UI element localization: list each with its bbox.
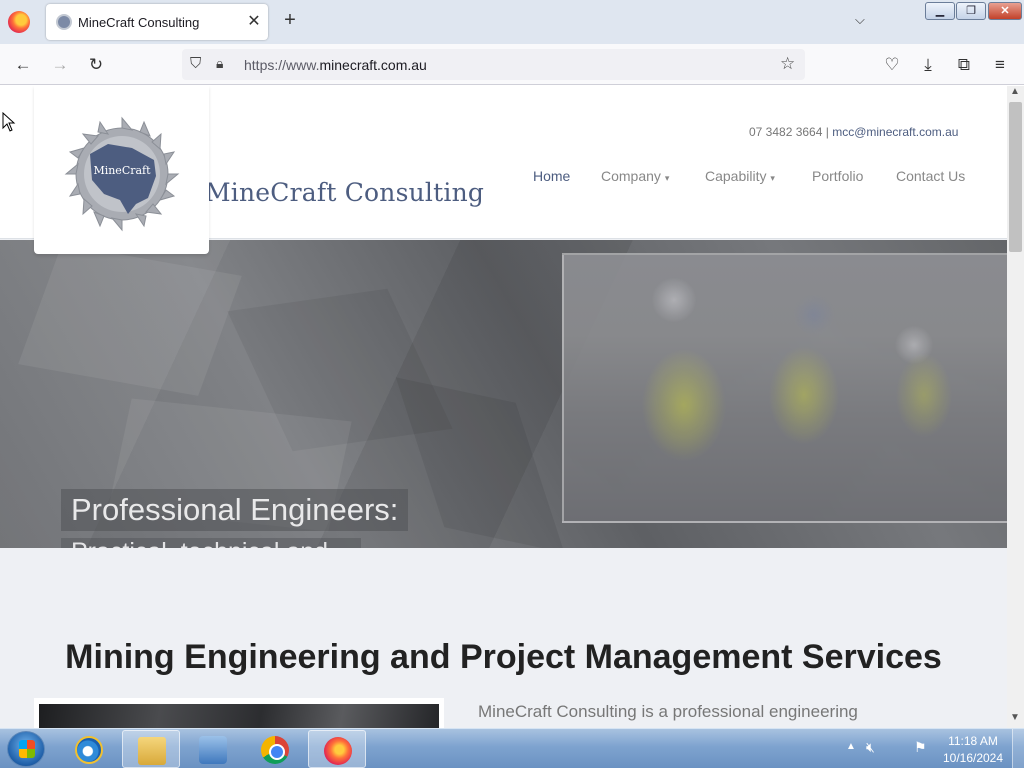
site-header: MineCraft MineCraft Consulting 07 3482 3… bbox=[0, 86, 1007, 254]
site-logo[interactable]: MineCraft bbox=[34, 86, 209, 254]
window-restore-button[interactable]: ❐ bbox=[956, 2, 986, 20]
windows-taskbar: ▲ 🔇︎ ⚑ 11:18 AM 10/16/2024 bbox=[0, 728, 1024, 769]
hero-banner: Professional Engineers: Practical, techn… bbox=[0, 240, 1007, 548]
show-desktop-button[interactable] bbox=[1012, 729, 1024, 769]
window-minimize-button[interactable]: ▁ bbox=[925, 2, 955, 20]
clock-time[interactable]: 11:18 AM bbox=[940, 734, 1006, 748]
nav-company[interactable]: Company ▾ bbox=[601, 168, 669, 184]
nav-capability[interactable]: Capability ▾ bbox=[705, 168, 775, 184]
scroll-down-icon[interactable]: ▼ bbox=[1010, 712, 1020, 723]
volume-muted-icon[interactable]: 🔇︎ bbox=[866, 739, 875, 756]
close-icon[interactable]: ✕ bbox=[244, 11, 264, 31]
firefox-menu-icon[interactable] bbox=[8, 11, 30, 33]
hero-facet bbox=[395, 377, 565, 548]
start-button[interactable] bbox=[7, 731, 45, 767]
nav-label: Contact Us bbox=[896, 168, 966, 184]
nav-portfolio[interactable]: Portfolio bbox=[812, 168, 863, 184]
contact-separator: | bbox=[822, 125, 833, 139]
tab-strip: MineCraft Consulting ✕ + ⌵ ▁ ❐ ✕ bbox=[0, 0, 1024, 44]
taskbar-internet-explorer[interactable] bbox=[60, 730, 118, 768]
url-text[interactable]: https://www.minecraft.com.au bbox=[244, 57, 427, 73]
lock-icon[interactable]: 🔒︎ bbox=[216, 55, 223, 72]
shield-icon[interactable]: ⛉ bbox=[190, 55, 201, 72]
caret-down-icon: ▾ bbox=[664, 173, 670, 183]
navigation-toolbar: ← → ↻ ⛉ 🔒︎ https://www.minecraft.com.au … bbox=[0, 44, 1024, 85]
extensions-icon[interactable]: ⧉ bbox=[952, 53, 976, 77]
site-favicon-icon bbox=[56, 14, 72, 30]
plus-icon[interactable]: + bbox=[280, 9, 300, 32]
tray-expand-icon[interactable]: ▲ bbox=[846, 741, 856, 752]
clock-date[interactable]: 10/16/2024 bbox=[940, 751, 1006, 765]
hamburger-menu-icon[interactable]: ≡ bbox=[988, 53, 1012, 77]
network-disconnected-icon[interactable]: ⚑ bbox=[914, 739, 927, 756]
back-arrow-icon[interactable]: ← bbox=[11, 53, 35, 77]
folder-icon bbox=[138, 737, 166, 765]
mine-photo bbox=[39, 704, 439, 728]
url-domain: minecraft.com.au bbox=[319, 57, 427, 73]
contact-line: 07 3482 3664 | mcc@minecraft.com.au bbox=[749, 125, 958, 139]
taskbar-chrome[interactable] bbox=[246, 730, 304, 768]
nav-contact-us[interactable]: Contact Us bbox=[896, 168, 965, 184]
hero-title: Professional Engineers: bbox=[71, 492, 399, 527]
browser-tab[interactable]: MineCraft Consulting ✕ bbox=[46, 4, 268, 40]
nav-label: Capability bbox=[705, 168, 767, 184]
window-close-button[interactable]: ✕ bbox=[988, 2, 1022, 20]
scroll-up-icon[interactable]: ▲ bbox=[1010, 86, 1020, 97]
mouse-cursor-icon bbox=[2, 112, 16, 132]
section-image bbox=[34, 698, 444, 728]
email-link[interactable]: mcc@minecraft.com.au bbox=[832, 125, 958, 139]
hero-facet bbox=[18, 244, 242, 396]
tab-title: MineCraft Consulting bbox=[78, 15, 200, 30]
hero-subtitle-box: Practical, technical and operational exp… bbox=[61, 538, 361, 548]
section-title: Mining Engineering and Project Managemen… bbox=[65, 638, 942, 676]
scrollbar-thumb[interactable] bbox=[1009, 102, 1022, 252]
url-bar[interactable]: ⛉ 🔒︎ https://www.minecraft.com.au ☆ bbox=[182, 49, 805, 80]
nav-label: Portfolio bbox=[812, 168, 864, 184]
caret-down-icon: ▾ bbox=[770, 173, 775, 183]
star-icon[interactable]: ☆ bbox=[780, 54, 795, 74]
chrome-icon bbox=[261, 736, 289, 764]
taskbar-media-player[interactable] bbox=[184, 730, 242, 768]
media-player-icon bbox=[199, 736, 227, 764]
phone-number[interactable]: 07 3482 3664 bbox=[749, 125, 822, 139]
chevron-down-icon[interactable]: ⌵ bbox=[855, 12, 865, 28]
page-scrollbar[interactable]: ▲ ▼ bbox=[1007, 86, 1024, 728]
saw-blade-logo-icon: MineCraft bbox=[64, 116, 180, 232]
taskbar-firefox[interactable] bbox=[308, 730, 366, 768]
intro-paragraph: MineCraft Consulting is a professional e… bbox=[478, 702, 858, 721]
logo-wordmark: MineCraft bbox=[93, 164, 151, 177]
forward-arrow-icon[interactable]: → bbox=[48, 53, 72, 77]
nav-home[interactable]: Home bbox=[533, 168, 570, 184]
hero-photo-workers bbox=[562, 253, 1007, 523]
nav-label: Home bbox=[533, 168, 571, 184]
pocket-icon[interactable]: ♡ bbox=[880, 53, 904, 77]
nav-label: Company bbox=[601, 168, 661, 184]
download-icon[interactable]: ⤓ bbox=[916, 53, 940, 77]
windows-logo-icon bbox=[19, 740, 35, 758]
internet-explorer-icon bbox=[75, 736, 103, 764]
hero-title-box: Professional Engineers: bbox=[61, 489, 409, 531]
taskbar-windows-explorer[interactable] bbox=[122, 730, 180, 768]
url-prefix: https://www. bbox=[244, 57, 320, 73]
reload-icon[interactable]: ↻ bbox=[84, 53, 108, 77]
page-viewport: MineCraft MineCraft Consulting 07 3482 3… bbox=[0, 86, 1007, 728]
site-name[interactable]: MineCraft Consulting bbox=[205, 178, 484, 207]
hero-subtitle: Practical, technical and operational exp… bbox=[71, 540, 351, 549]
firefox-icon bbox=[324, 737, 352, 765]
